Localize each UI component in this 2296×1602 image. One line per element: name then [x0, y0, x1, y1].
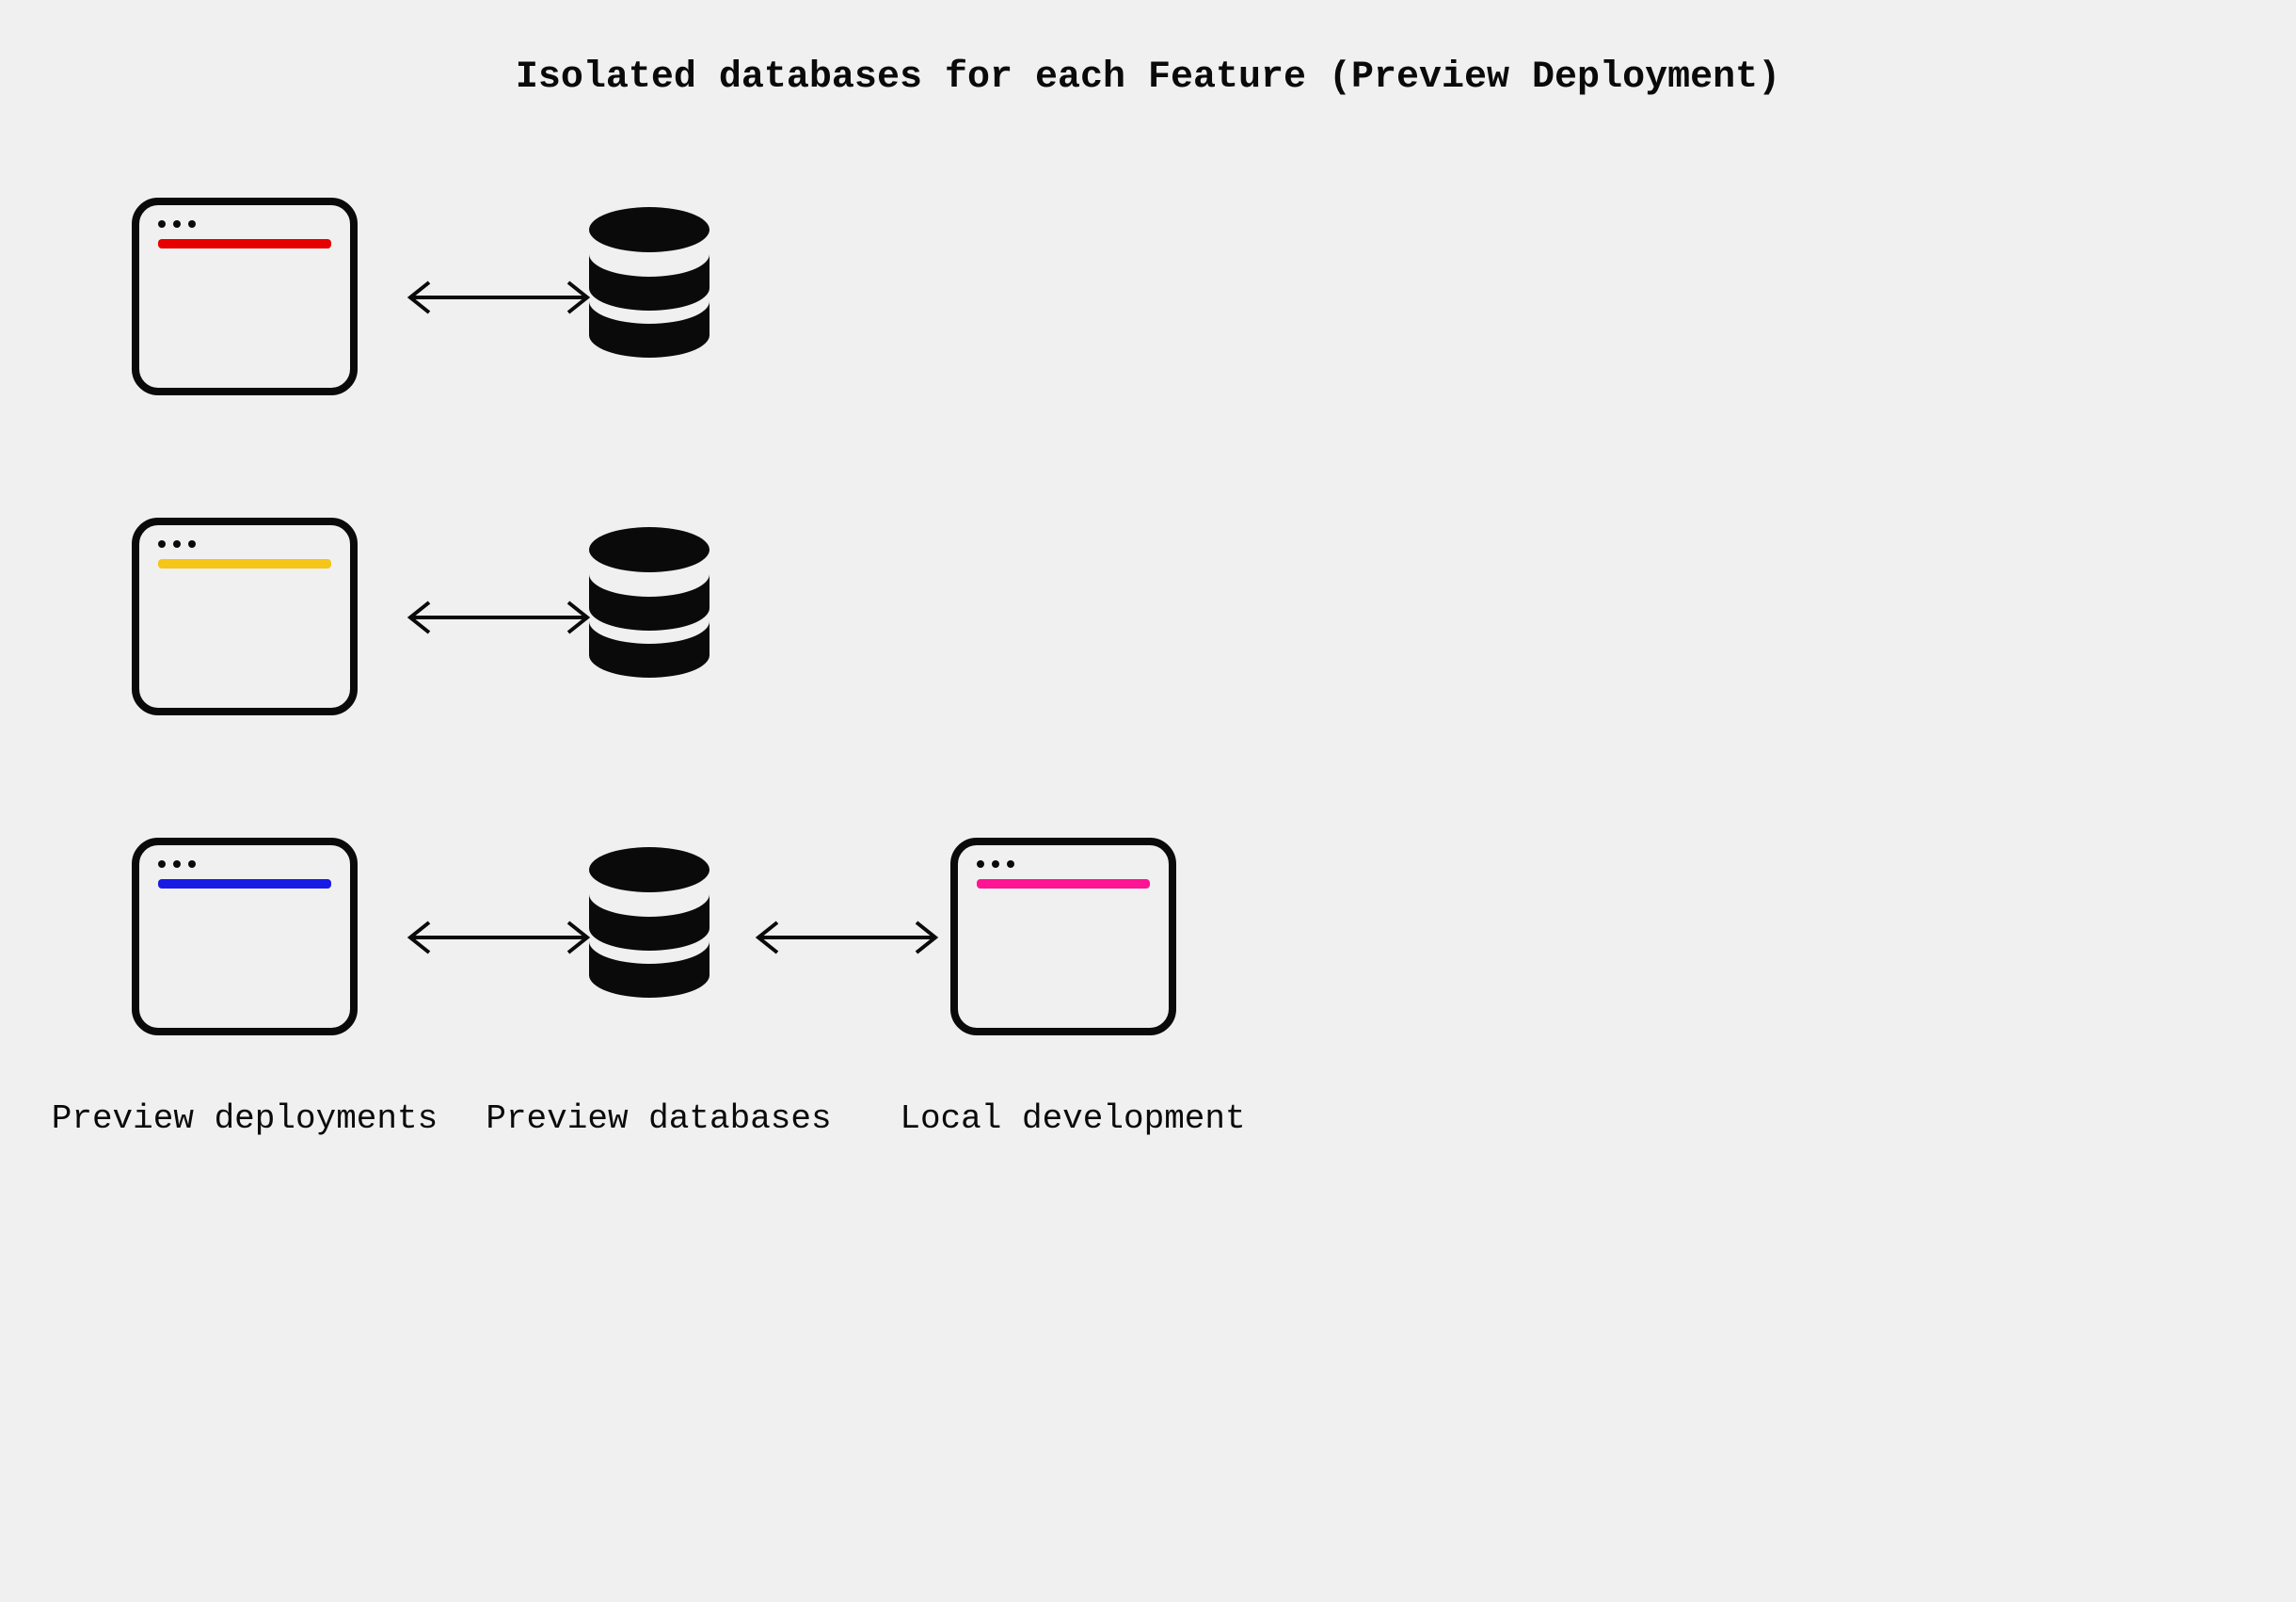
column-label-preview-databases: Preview databases [470, 1101, 847, 1139]
bidirectional-arrow-icon [395, 599, 602, 636]
bidirectional-arrow-icon [395, 279, 602, 316]
database-icon [583, 207, 715, 386]
window-dots-icon [158, 220, 196, 228]
database-icon [583, 847, 715, 1026]
window-accent-bar [158, 559, 331, 569]
preview-deployment-window-1 [132, 198, 358, 395]
preview-deployment-window-3 [132, 838, 358, 1035]
bidirectional-arrow-icon [743, 919, 950, 956]
column-label-preview-deployments: Preview deployments [47, 1101, 442, 1139]
preview-deployment-window-2 [132, 518, 358, 715]
database-icon [583, 527, 715, 706]
column-label-local-development: Local development [885, 1101, 1261, 1139]
window-accent-bar [158, 879, 331, 889]
window-dots-icon [158, 860, 196, 868]
window-dots-icon [158, 540, 196, 548]
diagram-title: Isolated databases for each Feature (Pre… [0, 56, 2296, 100]
window-dots-icon [977, 860, 1014, 868]
bidirectional-arrow-icon [395, 919, 602, 956]
window-accent-bar [977, 879, 1150, 889]
local-development-window [950, 838, 1176, 1035]
window-accent-bar [158, 239, 331, 248]
